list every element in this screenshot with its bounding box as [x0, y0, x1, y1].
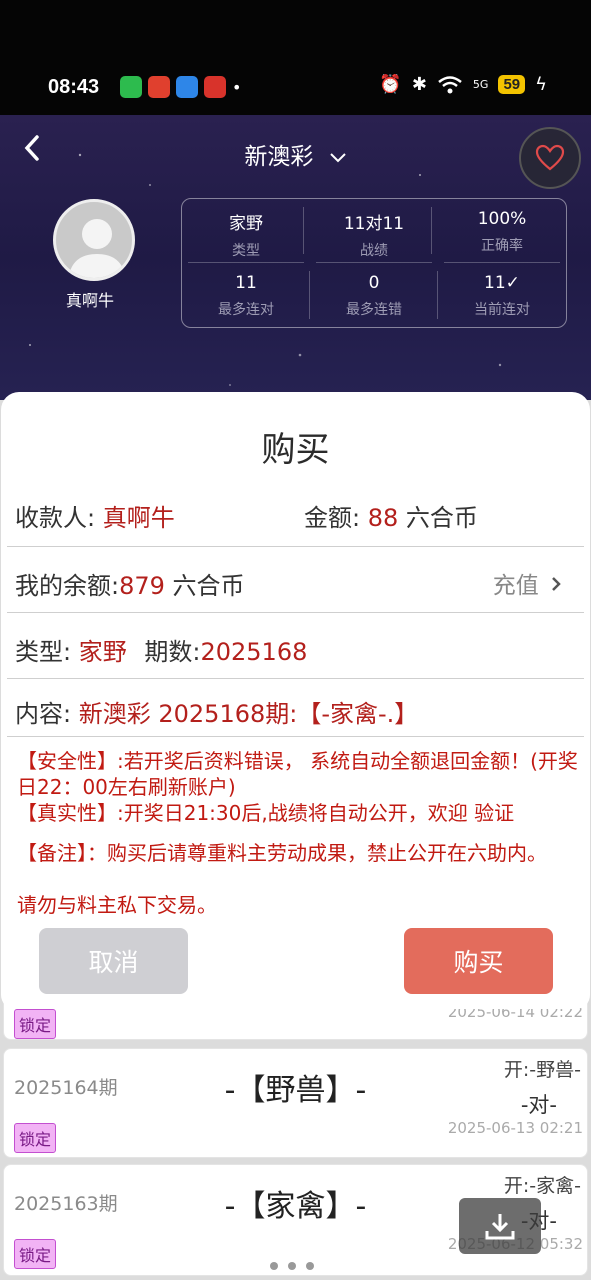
battery-level: 59: [498, 75, 526, 94]
lottery-selector[interactable]: 新澳彩: [0, 137, 591, 171]
page-indicator: [270, 1262, 314, 1270]
more-notifications-dot: •: [232, 78, 242, 97]
list-item-open: 开:-野兽-: [503, 1059, 581, 1081]
payee-value: 真啊牛: [102, 504, 175, 532]
notification-icons: [120, 76, 226, 98]
stat-label: 最多连错: [346, 302, 402, 318]
notice-safety: 【安全性】:若开奖后资料错误， 系统自动全额退回金额！(开奖日22：00左右刷新…: [17, 749, 578, 799]
wechat-icon: [120, 76, 142, 98]
wifi-icon: [438, 75, 462, 93]
balance-label: 我的余额:: [15, 572, 120, 600]
divider: [7, 678, 584, 679]
lock-badge: 锁定: [14, 1239, 57, 1269]
download-icon: [485, 1214, 515, 1240]
stat-value: 家野: [229, 214, 263, 234]
recharge-label: 充值: [492, 573, 539, 599]
content-row: 内容: 新澳彩 2025168期:【-家禽-.】: [15, 694, 576, 729]
download-button[interactable]: [459, 1198, 541, 1254]
buy-button[interactable]: 购买: [404, 928, 553, 994]
list-item-open: 开:-家禽-: [503, 1175, 581, 1197]
type-label: 类型:: [15, 638, 72, 666]
alarm-icon: ⏰: [379, 74, 402, 95]
content-value: 新澳彩 2025168期:【-家禽-.】: [78, 700, 419, 728]
stat-accuracy: 100% 正确率: [444, 199, 560, 263]
stat-value: 11✓: [484, 273, 520, 293]
balance-value: 879: [119, 572, 165, 600]
recharge-link[interactable]: 充值: [493, 566, 562, 600]
stat-label: 战绩: [360, 243, 388, 259]
heart-icon: [535, 144, 565, 171]
stat-label: 类型: [232, 243, 260, 259]
list-item[interactable]: 2025164期 -【野兽】- 开:-野兽- -对- 2025-06-13 02…: [3, 1048, 588, 1158]
stat-type: 家野 类型: [188, 199, 304, 263]
stat-value: 100%: [477, 209, 527, 229]
chevron-right-icon: [552, 577, 561, 591]
amount-unit: 六合币: [405, 504, 478, 532]
page-dot: [306, 1262, 314, 1270]
payee-label: 收款人:: [15, 504, 96, 532]
dialog-title: 购买: [261, 430, 330, 470]
stat-value: 11对11: [343, 214, 405, 234]
notice-remark: 【备注】：购买后请尊重料主劳动成果，禁止公开在六助内。: [17, 841, 547, 865]
list-item-date: 2025-06-13 02:21: [447, 1119, 583, 1137]
stat-label: 当前连对: [474, 302, 530, 318]
divider: [7, 546, 584, 547]
stat-value: 0: [368, 273, 380, 293]
stat-label: 正确率: [481, 238, 523, 254]
stat-record: 11对11 战绩: [316, 199, 432, 263]
content-label: 内容:: [15, 700, 72, 728]
lock-badge: 锁定: [14, 1009, 57, 1039]
notice-warning: 请勿与料主私下交易。: [17, 893, 217, 917]
page-title: 新澳彩: [244, 144, 314, 170]
notice-truth: 【真实性】:开奖日21:30后,战绩将自动公开，欢迎 验证: [17, 801, 515, 825]
stat-max-loss-streak: 0 最多连错: [310, 263, 438, 327]
list-item-pick: -【野兽】-: [224, 1073, 367, 1108]
amount-label: 金额:: [304, 504, 361, 532]
profile-header: 新澳彩 真啊牛 家野 类型 11对11 战绩 100% 正确率 11 最多连对: [0, 115, 591, 400]
purchase-dialog: 购买 收款人: 真啊牛 金额: 88 六合币 我的余额:879 六合币 充值 类…: [1, 392, 590, 1009]
cancel-button[interactable]: 取消: [39, 928, 188, 994]
stat-value: 11: [235, 273, 257, 293]
favorite-button[interactable]: [519, 127, 581, 189]
type-value: 家野: [78, 638, 127, 666]
app-icon-blue: [176, 76, 198, 98]
chevron-down-icon: [329, 153, 346, 163]
avatar[interactable]: [53, 199, 135, 281]
network-type: 5G: [472, 78, 489, 91]
stat-label: 最多连对: [218, 302, 274, 318]
page-dot: [288, 1262, 296, 1270]
charging-icon: ϟ: [535, 74, 547, 95]
amount-row: 金额: 88 六合币: [304, 498, 576, 533]
app-icon-red: [148, 76, 170, 98]
page-dot: [270, 1262, 278, 1270]
app-icon-red-2: [204, 76, 226, 98]
status-bar: 08:43 • ⏰ ✱ 5G 59 ϟ: [0, 0, 591, 115]
divider: [7, 612, 584, 613]
lock-badge: 锁定: [14, 1123, 57, 1153]
period-value: 2025168: [200, 638, 308, 666]
balance-unit: 六合币: [172, 572, 245, 600]
type-period-row: 类型: 家野 期数:2025168: [15, 632, 576, 667]
divider: [7, 736, 584, 737]
stat-current-streak: 11✓ 当前连对: [438, 263, 566, 327]
stat-max-win-streak: 11 最多连对: [182, 263, 310, 327]
bluetooth-icon: ✱: [411, 74, 427, 95]
list-item-result: -对-: [520, 1093, 557, 1117]
period-label: 期数:: [144, 638, 201, 666]
stats-panel: 家野 类型 11对11 战绩 100% 正确率 11 最多连对 0 最多连错 1…: [181, 198, 567, 328]
status-time: 08:43: [48, 76, 100, 98]
amount-value: 88: [367, 504, 399, 532]
username: 真啊牛: [66, 291, 115, 310]
